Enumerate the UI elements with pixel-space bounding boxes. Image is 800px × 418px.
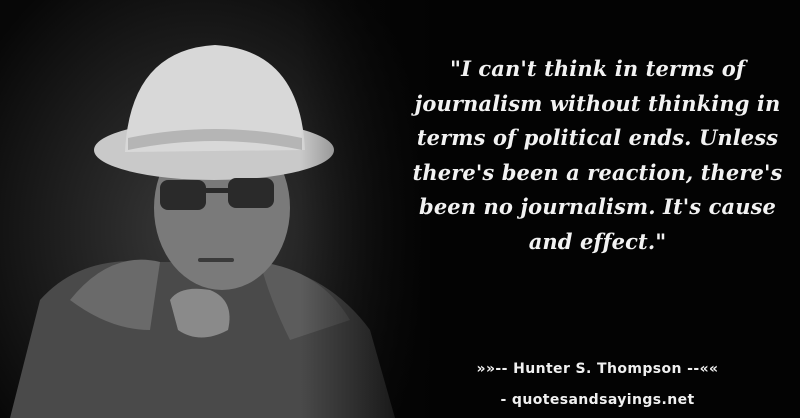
quote-author: »»-- Hunter S. Thompson --«« [476, 361, 719, 377]
glasses-left-lens [160, 180, 206, 210]
glasses-right-lens [228, 178, 274, 208]
glasses-bridge [204, 188, 230, 193]
quote-text: "I can't think in terms of journalism wi… [412, 56, 783, 254]
quote-card: "I can't think in terms of journalism wi… [0, 0, 800, 418]
mouth [198, 258, 234, 262]
source-site: - quotesandsayings.net [500, 392, 695, 408]
